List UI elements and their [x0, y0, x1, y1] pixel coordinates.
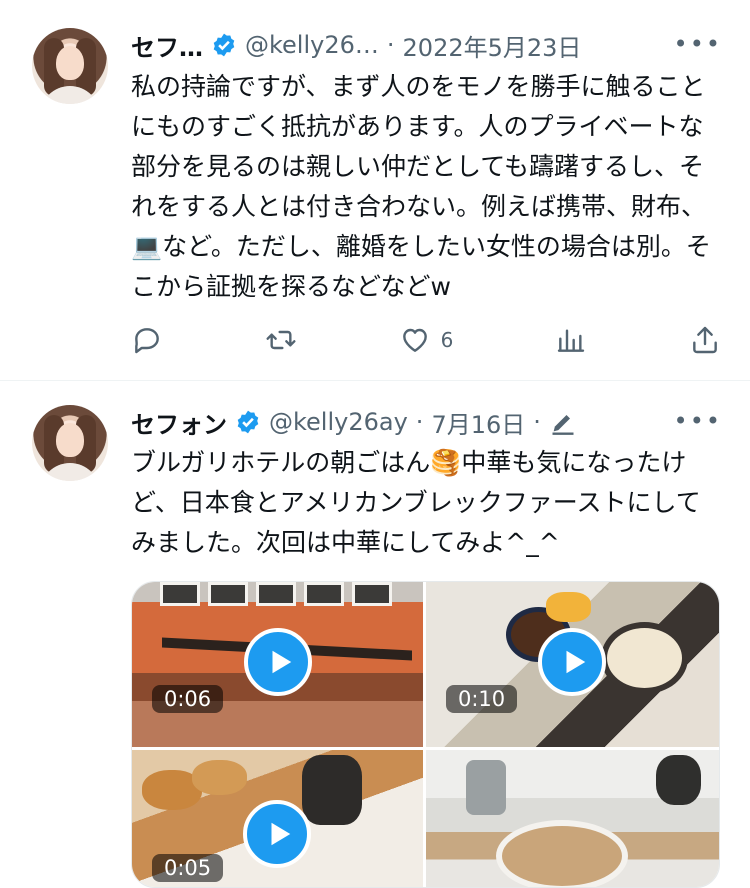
views-icon: [557, 329, 585, 352]
play-button[interactable]: [243, 800, 311, 868]
views-button[interactable]: [555, 324, 587, 356]
display-name[interactable]: セフ…: [131, 28, 203, 63]
video-thumbnail[interactable]: 0:05: [132, 750, 423, 887]
timestamp[interactable]: 7月16日: [431, 405, 525, 440]
reply-icon: [135, 328, 159, 354]
image-thumbnail[interactable]: [426, 750, 719, 887]
share-icon: [693, 326, 717, 354]
video-duration: 0:05: [152, 854, 224, 882]
like-icon: [402, 328, 427, 352]
more-icon[interactable]: •••: [674, 407, 722, 435]
avatar[interactable]: [32, 28, 108, 104]
share-button[interactable]: [689, 324, 721, 356]
handle[interactable]: @kelly26…: [245, 31, 379, 59]
tweet-text: ブルガリホテルの朝ごはん🥞中華も気になったけど、日本食とアメリカンブレックファー…: [131, 448, 701, 557]
video-thumbnail[interactable]: 0:06: [132, 582, 423, 747]
tweet-header: セフォン @kelly26ay · 7月16日 ·: [131, 405, 577, 439]
play-icon: [271, 822, 291, 846]
retweet-icon: [266, 330, 296, 350]
tweet-header: セフ… @kelly26… · 2022年5月23日: [131, 28, 581, 62]
separator: ·: [386, 31, 395, 59]
tweet-text: 私の持論ですが、まず人のをモノを勝手に触ることにものすごく抵抗があります。人のプ…: [131, 72, 711, 301]
handle[interactable]: @kelly26ay: [269, 408, 408, 436]
separator: ·: [533, 408, 541, 436]
video-thumbnail[interactable]: 0:10: [426, 582, 719, 747]
like-button[interactable]: 6: [399, 324, 454, 356]
play-icon: [272, 650, 292, 674]
verified-badge-icon: [213, 33, 235, 57]
play-icon: [566, 650, 586, 674]
play-button[interactable]: [244, 628, 312, 696]
action-bar: 6: [131, 318, 721, 362]
like-count: 6: [440, 328, 454, 352]
display-name[interactable]: セフォン: [131, 405, 227, 440]
avatar[interactable]: [32, 405, 108, 481]
edit-icon[interactable]: [549, 408, 577, 436]
timestamp[interactable]: 2022年5月23日: [403, 28, 582, 63]
verified-badge-icon: [237, 410, 259, 434]
tweet[interactable]: セフ… @kelly26… · 2022年5月23日 ••• 私の持論ですが、ま…: [0, 0, 750, 381]
play-button[interactable]: [538, 628, 606, 696]
more-icon[interactable]: •••: [674, 30, 722, 58]
video-duration: 0:10: [446, 685, 518, 713]
retweet-button[interactable]: [265, 324, 297, 356]
video-duration: 0:06: [152, 685, 224, 713]
media-grid: 0:06 0:10 0:05: [131, 581, 720, 888]
separator: ·: [415, 408, 424, 436]
tweet[interactable]: セフォン @kelly26ay · 7月16日 · ••• ブルガリホテルの朝ご…: [0, 381, 750, 888]
reply-button[interactable]: [131, 324, 163, 356]
